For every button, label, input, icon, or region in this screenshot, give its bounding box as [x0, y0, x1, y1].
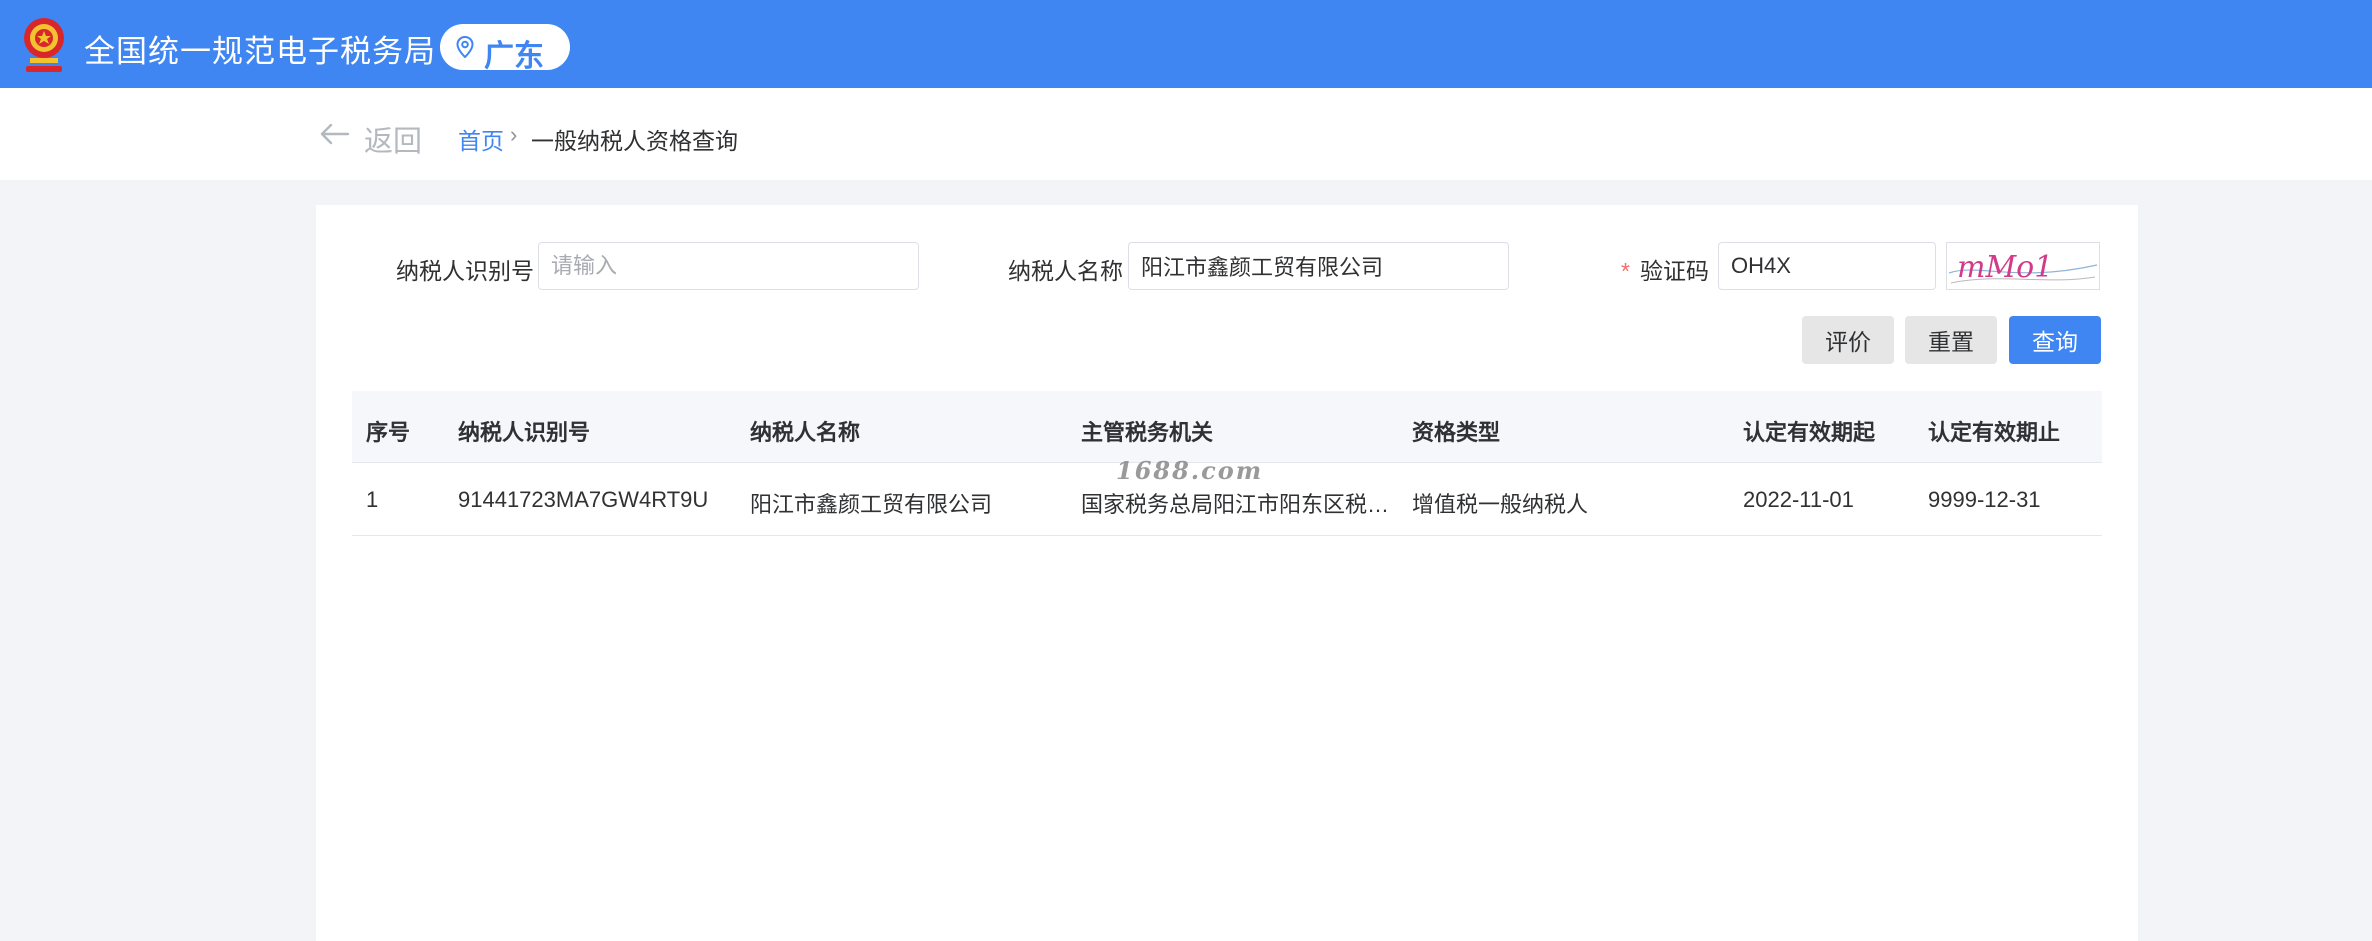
table-cell: 阳江市鑫颜工贸有限公司 — [750, 492, 993, 517]
location-pin-icon — [456, 35, 474, 59]
taxpayer-id-input[interactable] — [538, 242, 919, 290]
column-header: 资格类型 — [1412, 420, 1501, 445]
query-panel: 纳税人识别号 纳税人名称 * 验证码 mMo1 评价 重置 查询 序号 纳税人识别… — [316, 205, 2138, 941]
breadcrumb-home-link[interactable]: 首页 — [458, 122, 504, 156]
column-header: 认定有效期止 — [1928, 420, 2061, 445]
captcha-text: mMo1 — [1957, 250, 2053, 285]
column-header: 纳税人识别号 — [458, 420, 591, 445]
captcha-image[interactable]: mMo1 — [1946, 242, 2100, 290]
taxpayer-name-label: 纳税人名称 — [1008, 258, 1123, 284]
column-header: 序号 — [366, 420, 411, 445]
table-cell: 1 — [366, 487, 379, 512]
table-cell: 2022-11-01 — [1743, 487, 1854, 512]
captcha-label-text: 验证码 — [1639, 258, 1709, 284]
watermark: 1688.com — [1116, 456, 1264, 485]
breadcrumb-bar: 返回 首页 › 一般纳税人资格查询 — [0, 88, 2372, 180]
column-header: 认定有效期起 — [1743, 420, 1876, 445]
arrow-left-icon — [318, 122, 350, 146]
table-header: 序号 纳税人识别号 纳税人名称 主管税务机关 资格类型 认定有效期起 认定有效期… — [352, 391, 2102, 463]
taxpayer-id-label: 纳税人识别号 — [396, 258, 534, 284]
region-selector[interactable]: 广东 — [440, 24, 570, 73]
site-title: 全国统一规范电子税务局 — [84, 34, 436, 69]
required-mark: * — [1621, 258, 1630, 284]
query-button[interactable]: 查询 — [2009, 316, 2101, 364]
region-label: 广东 — [484, 40, 544, 73]
taxpayer-name-input[interactable] — [1128, 242, 1509, 290]
captcha-label: * 验证码 — [1621, 252, 1709, 286]
breadcrumb-current: 一般纳税人资格查询 — [531, 128, 738, 154]
column-header: 主管税务机关 — [1081, 420, 1214, 445]
evaluate-button[interactable]: 评价 — [1802, 316, 1894, 364]
back-label: 返回 — [364, 126, 423, 158]
top-header: 全国统一规范电子税务局 广东 — [0, 0, 2372, 88]
column-header: 纳税人名称 — [750, 420, 861, 445]
national-emblem-icon — [16, 12, 72, 76]
table-cell: 9999-12-31 — [1928, 487, 2041, 512]
table-cell: 增值税一般纳税人 — [1412, 492, 1589, 517]
captcha-input[interactable] — [1718, 242, 1936, 290]
table-cell: 国家税务总局阳江市阳东区税… — [1081, 492, 1390, 517]
table-cell: 91441723MA7GW4RT9U — [458, 487, 709, 512]
breadcrumb-separator: › — [510, 122, 518, 147]
reset-button[interactable]: 重置 — [1905, 316, 1997, 364]
